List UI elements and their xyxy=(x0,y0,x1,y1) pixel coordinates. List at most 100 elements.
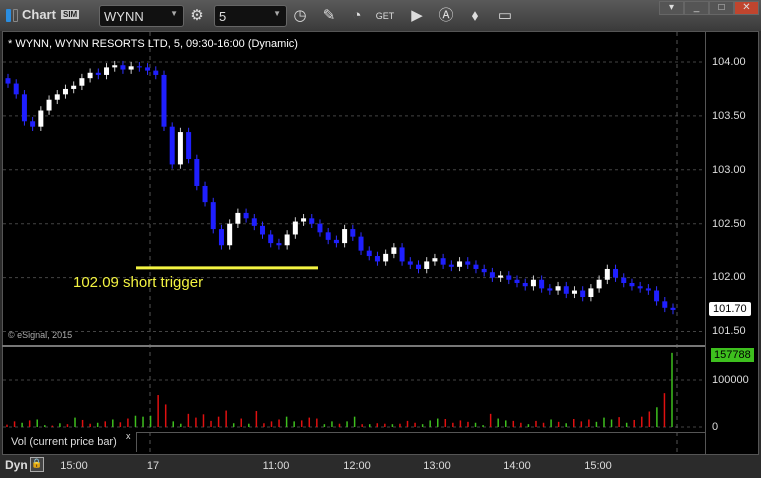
pane-divider[interactable] xyxy=(2,345,705,347)
candle-body xyxy=(547,288,553,291)
candle-body xyxy=(79,78,85,86)
credit-text: © eSignal, 2015 xyxy=(8,330,73,340)
candle-body xyxy=(333,239,339,244)
candle-body xyxy=(596,279,602,289)
candle-body xyxy=(424,261,430,269)
candle-body xyxy=(243,212,249,219)
candle-body xyxy=(202,185,208,203)
candle-body xyxy=(218,229,224,246)
time-label: 13:00 xyxy=(423,460,451,472)
candle-body xyxy=(194,159,200,186)
candle-body xyxy=(555,286,561,291)
candle-body xyxy=(5,78,11,84)
candle-body xyxy=(448,264,454,267)
candle-body xyxy=(465,261,471,265)
candle-body xyxy=(284,234,290,246)
candle-body xyxy=(571,290,577,294)
candle-body xyxy=(128,66,134,70)
candle-body xyxy=(506,275,512,280)
candle-body xyxy=(145,67,151,71)
volume-label: 0 xyxy=(712,421,719,433)
candle-body xyxy=(169,126,175,165)
price-label: 101.50 xyxy=(712,325,746,337)
last-price-tag: 101.70 xyxy=(709,302,751,316)
candle-body xyxy=(457,261,463,267)
time-label: 14:00 xyxy=(503,460,531,472)
time-label: 17 xyxy=(146,460,160,472)
candle-body xyxy=(301,218,307,222)
candle-body xyxy=(317,223,323,233)
candle-body xyxy=(177,132,183,165)
candle-body xyxy=(112,65,118,68)
trigger-annotation: 102.09 short trigger xyxy=(73,274,204,291)
study-area xyxy=(137,432,705,454)
chart-header: * WYNN, WYNN RESORTS LTD, 5, 09:30-16:00… xyxy=(8,38,298,50)
candle-body xyxy=(161,74,167,127)
price-label: 102.50 xyxy=(712,218,746,230)
dynamic-scale-label[interactable]: Dyn xyxy=(5,458,28,472)
candle-body xyxy=(580,290,586,298)
candle-body xyxy=(374,256,380,262)
candle-body xyxy=(645,288,651,291)
candle-body xyxy=(670,307,676,310)
candle-body xyxy=(407,261,413,265)
candle-body xyxy=(13,83,19,95)
candle-body xyxy=(366,250,372,257)
candle-body xyxy=(227,223,233,246)
candle-body xyxy=(473,264,479,269)
volume-study-label[interactable]: Vol (current price bar) xyxy=(3,432,137,452)
candle-body xyxy=(498,275,504,278)
remove-study-button[interactable]: x xyxy=(126,431,131,441)
candle-body xyxy=(415,264,421,269)
candle-body xyxy=(621,277,627,283)
candle-body xyxy=(629,282,635,287)
candle-body xyxy=(235,212,241,224)
time-label: 12:00 xyxy=(343,460,371,472)
lock-icon[interactable]: 🔒 xyxy=(30,457,44,472)
candle-body xyxy=(350,229,356,237)
time-axis xyxy=(0,455,761,478)
candle-body xyxy=(539,279,545,289)
candle-body xyxy=(383,253,389,262)
candle-body xyxy=(95,72,101,75)
candle-body xyxy=(391,247,397,254)
candle-body xyxy=(120,65,126,70)
candle-body xyxy=(662,301,668,308)
axis-separator xyxy=(705,31,706,455)
candle-body xyxy=(637,286,643,289)
candle-body xyxy=(30,121,36,127)
candle-body xyxy=(276,243,282,246)
time-label: 15:00 xyxy=(60,460,88,472)
candle-body xyxy=(46,99,52,111)
candle-body xyxy=(514,279,520,283)
candle-body xyxy=(87,72,93,79)
candle-body xyxy=(251,218,257,226)
candle-body xyxy=(136,66,142,68)
time-label: 11:00 xyxy=(262,460,290,472)
candle-body xyxy=(153,70,159,75)
candle-body xyxy=(440,258,446,265)
price-label: 103.50 xyxy=(712,110,746,122)
candle-body xyxy=(654,290,660,302)
candle-body xyxy=(104,67,110,75)
candle-body xyxy=(260,225,266,235)
chart-canvas[interactable] xyxy=(0,0,761,478)
candle-body xyxy=(38,110,44,127)
candle-body xyxy=(21,94,27,122)
candle-body xyxy=(432,258,438,262)
candle-body xyxy=(292,221,298,235)
candle-body xyxy=(268,234,274,244)
candle-body xyxy=(588,288,594,298)
candle-body xyxy=(563,286,569,294)
candle-body xyxy=(325,232,331,240)
candle-body xyxy=(358,236,364,251)
candle-body xyxy=(522,282,528,287)
price-label: 103.00 xyxy=(712,164,746,176)
candle-body xyxy=(530,279,536,287)
candle-body xyxy=(54,94,60,100)
price-label: 104.00 xyxy=(712,56,746,68)
price-label: 102.00 xyxy=(712,271,746,283)
candle-body xyxy=(71,85,77,89)
candle-body xyxy=(186,132,192,160)
candle-body xyxy=(489,272,495,278)
